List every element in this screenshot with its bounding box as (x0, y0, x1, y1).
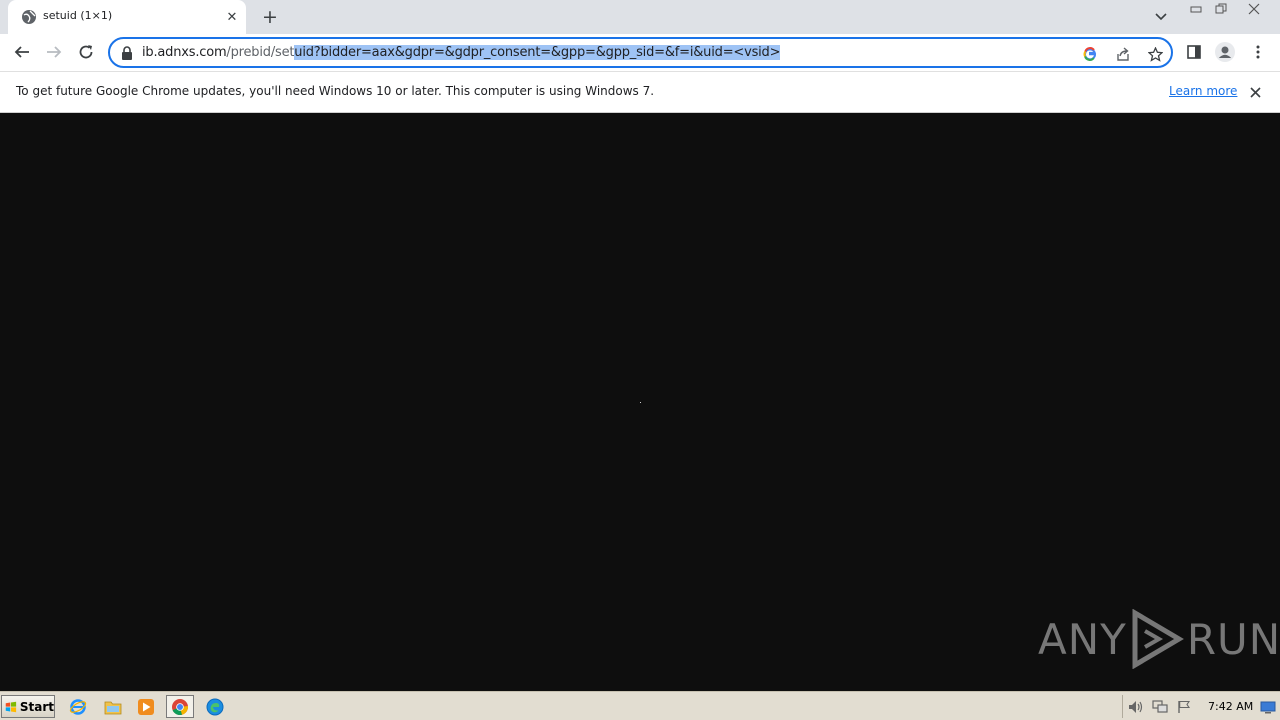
action-center-flag-icon[interactable] (1176, 699, 1192, 715)
edge-icon[interactable] (201, 695, 229, 718)
url-selected-text: uid?bidder=aax&gdpr=&gdpr_consent=&gpp=&… (294, 45, 781, 60)
watermark-right-text: RUN (1186, 614, 1280, 664)
tab-search-chevron-down-icon[interactable] (1151, 8, 1171, 26)
back-arrow-icon[interactable] (10, 40, 34, 64)
page-content: ANY RUN (0, 113, 1280, 691)
new-tab-button[interactable]: + (259, 6, 281, 28)
address-bar[interactable]: ib.adnxs.com/prebid/setuid?bidder=aax&gd… (108, 37, 1173, 68)
windows-flag-icon (5, 701, 17, 712)
network-icon[interactable] (1152, 699, 1168, 715)
tab-title: setuid (1×1) (43, 9, 113, 22)
share-icon[interactable] (1113, 44, 1133, 64)
url-text[interactable]: ib.adnxs.com/prebid/setuid?bidder=aax&gd… (142, 45, 780, 60)
tab-setuid[interactable]: setuid (1×1) ✕ (8, 0, 246, 34)
url-host: ib.adnxs.com (142, 45, 227, 60)
reload-icon[interactable] (74, 40, 98, 64)
start-label: Start (19, 699, 54, 714)
tab-close-icon[interactable]: ✕ (224, 9, 240, 25)
menu-kebab-icon[interactable] (1246, 40, 1270, 64)
volume-icon[interactable] (1128, 699, 1144, 715)
system-tray (1122, 695, 1278, 718)
taskbar-clock: 7:42 AM (1208, 700, 1254, 713)
url-path: /prebid/set (226, 45, 295, 60)
update-infobar: To get future Google Chrome updates, you… (0, 71, 1280, 113)
globe-icon (22, 10, 36, 24)
minimize-icon[interactable] (1185, 1, 1207, 17)
window-close-icon[interactable] (1243, 1, 1265, 17)
restore-icon[interactable] (1210, 1, 1232, 17)
google-lens-icon[interactable] (1080, 44, 1100, 64)
media-player-icon[interactable] (132, 695, 160, 718)
show-desktop-icon[interactable] (1260, 699, 1276, 714)
tracking-pixel-image (640, 402, 641, 403)
play-triangle-icon (1132, 609, 1184, 669)
learn-more-link[interactable]: Learn more (1169, 84, 1237, 98)
profile-avatar-icon[interactable] (1213, 40, 1237, 64)
chrome-icon[interactable] (166, 695, 194, 718)
anyrun-watermark: ANY RUN (1038, 609, 1280, 669)
forward-arrow-icon[interactable] (42, 40, 66, 64)
infobar-message: To get future Google Chrome updates, you… (16, 84, 655, 98)
infobar-close-icon[interactable] (1247, 84, 1263, 100)
internet-explorer-icon[interactable] (64, 695, 92, 718)
bookmark-star-icon[interactable] (1145, 44, 1165, 64)
file-explorer-icon[interactable] (99, 695, 127, 718)
start-button[interactable]: Start (1, 695, 55, 718)
tab-strip: setuid (1×1) ✕ + (0, 0, 1280, 34)
watermark-left-text: ANY (1038, 614, 1127, 664)
lock-icon[interactable] (121, 46, 133, 60)
side-panel-icon[interactable] (1182, 40, 1206, 64)
taskbar: Start 7:42 AM (0, 691, 1280, 720)
browser-toolbar: ib.adnxs.com/prebid/setuid?bidder=aax&gd… (0, 34, 1280, 71)
